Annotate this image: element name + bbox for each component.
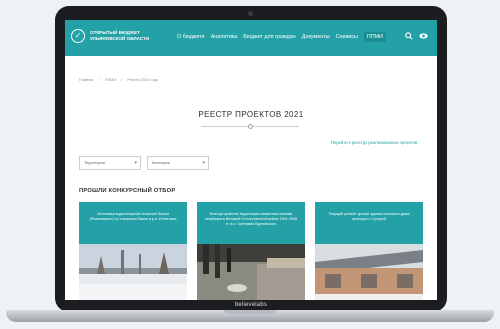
chevron-down-icon: ▾ bbox=[134, 160, 137, 166]
main-menu: О бюджете Аналитика Бюджет для граждан Д… bbox=[177, 32, 392, 42]
browser-viewport: ✓ ОТКРЫТЫЙ БЮДЖЕТ УЛЬЯНОВСКОЙ ОБЛАСТИ О … bbox=[65, 20, 437, 300]
category-select-value: Категория bbox=[152, 161, 170, 165]
breadcrumb-home[interactable]: Главная bbox=[79, 78, 93, 82]
menu-item-analytics[interactable]: Аналитика bbox=[211, 34, 238, 42]
device-brand: believelabs bbox=[234, 302, 268, 308]
breadcrumb-separator: › bbox=[98, 78, 100, 82]
site-logo[interactable]: ✓ ОТКРЫТЫЙ БЮДЖЕТ УЛЬЯНОВСКОЙ ОБЛАСТИ bbox=[71, 29, 160, 43]
laptop-base-notch bbox=[224, 310, 276, 314]
webcam-icon bbox=[248, 11, 253, 16]
laptop-frame: ✓ ОТКРЫТЫЙ БЮДЖЕТ УЛЬЯНОВСКОЙ ОБЛАСТИ О … bbox=[55, 6, 447, 312]
breadcrumb-ppmi[interactable]: ППМИ bbox=[105, 78, 116, 82]
page-title: РЕЕСТР ПРОЕКТОВ 2021 bbox=[198, 110, 304, 119]
project-card-header: Текущий ремонт крыши здания сельского до… bbox=[315, 202, 423, 244]
territory-select[interactable]: Территория ▾ bbox=[79, 156, 141, 170]
project-photo-water-tower bbox=[79, 244, 187, 300]
project-card[interactable]: Установка водонапорной стальной башни (Р… bbox=[79, 202, 187, 300]
project-card[interactable]: Благоустройство территории памятника вои… bbox=[197, 202, 305, 300]
checkmark-icon: ✓ bbox=[71, 29, 85, 43]
registry-link[interactable]: Перейти к реестру реализованных проектов bbox=[331, 140, 417, 145]
logo-text: ОТКРЫТЫЙ БЮДЖЕТ УЛЬЯНОВСКОЙ ОБЛАСТИ bbox=[90, 30, 150, 41]
project-card-title: Установка водонапорной стальной башни (Р… bbox=[89, 212, 177, 221]
menu-item-ppmi[interactable]: ППМИ bbox=[363, 32, 387, 42]
search-icon[interactable] bbox=[405, 32, 413, 42]
menu-item-documents[interactable]: Документы bbox=[302, 34, 330, 42]
project-card-header: Благоустройство территории памятника вои… bbox=[197, 202, 305, 244]
breadcrumb: Главная › ППМИ › Реестр 2021 года bbox=[79, 78, 163, 82]
section-title: ПРОШЛИ КОНКУРСНЫЙ ОТБОР bbox=[79, 188, 176, 194]
project-card-title: Текущий ремонт крыши здания сельского до… bbox=[328, 212, 410, 221]
project-photo-memorial bbox=[197, 244, 305, 300]
territory-select-value: Территория bbox=[84, 161, 105, 165]
project-photo-culture-house bbox=[315, 244, 423, 300]
category-select[interactable]: Категория ▾ bbox=[147, 156, 209, 170]
menu-item-budget-for-citizens[interactable]: Бюджет для граждан bbox=[243, 34, 295, 42]
menu-item-services[interactable]: Сервисы bbox=[336, 34, 358, 42]
menu-item-about-budget[interactable]: О бюджете bbox=[177, 34, 205, 42]
laptop-base bbox=[6, 310, 494, 322]
breadcrumb-current: Реестр 2021 года bbox=[127, 78, 158, 82]
accessibility-icon[interactable] bbox=[419, 32, 428, 42]
project-card[interactable]: Текущий ремонт крыши здания сельского до… bbox=[315, 202, 423, 300]
title-divider-dot bbox=[248, 124, 253, 129]
breadcrumb-separator: › bbox=[121, 78, 123, 82]
chevron-down-icon: ▾ bbox=[202, 160, 205, 166]
site-header: ✓ ОТКРЫТЫЙ БЮДЖЕТ УЛЬЯНОВСКОЙ ОБЛАСТИ О … bbox=[65, 20, 437, 56]
project-card-header: Установка водонапорной стальной башни (Р… bbox=[79, 202, 187, 244]
project-card-title: Благоустройство территории памятника вои… bbox=[204, 212, 298, 226]
